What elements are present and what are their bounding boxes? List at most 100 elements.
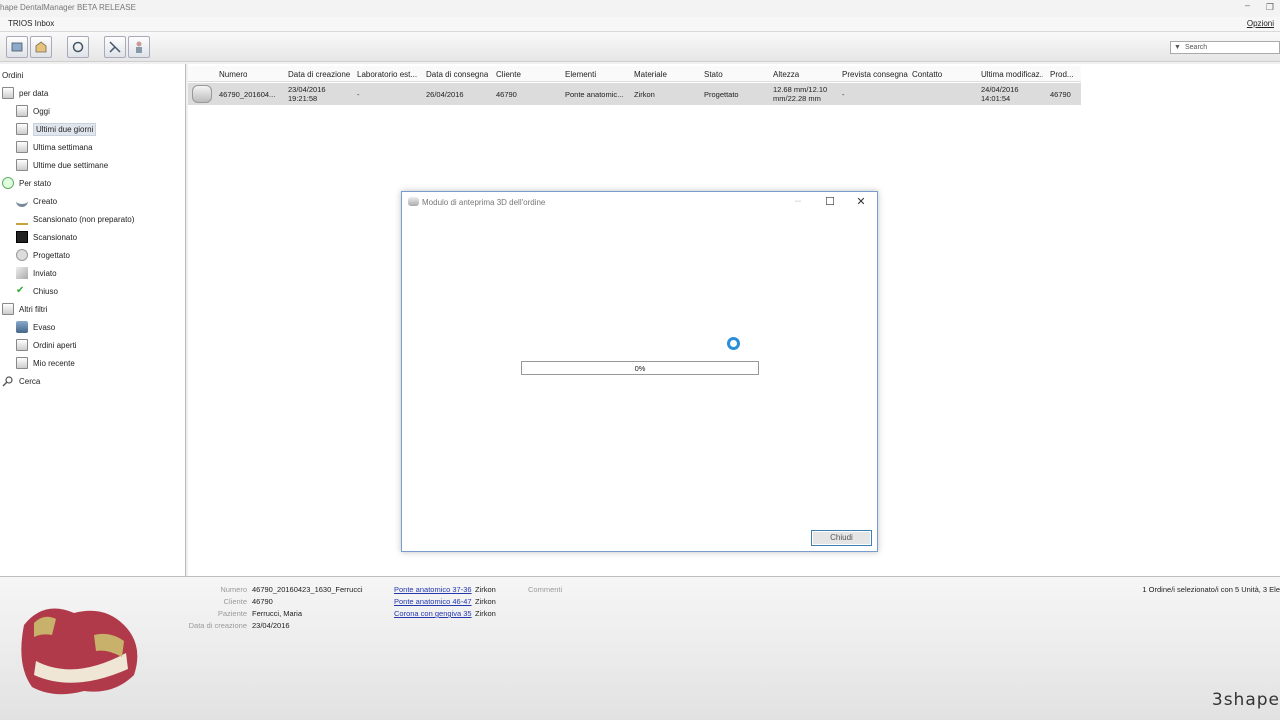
sidebar-item-oggi[interactable]: Oggi — [16, 103, 50, 119]
column-header[interactable]: Stato — [704, 70, 723, 79]
sidebar-item-per-data[interactable]: per data — [2, 85, 48, 101]
item-link[interactable]: Ponte anatomico 37-36 — [394, 585, 472, 594]
item-link[interactable]: Corona con gengiva 35 — [394, 609, 472, 618]
minimize-icon[interactable]: – — [790, 195, 806, 207]
calendar-icon — [16, 105, 28, 117]
column-header[interactable]: Altezza — [773, 70, 799, 79]
value-numero: 46790_20160423_1630_Ferrucci — [252, 585, 363, 594]
window-title: hape DentalManager BETA RELEASE — [0, 3, 136, 12]
cell-cliente: 46790 — [496, 90, 517, 99]
sidebar-root-ordini[interactable]: Ordini — [2, 67, 23, 83]
progress-bar: 0% — [521, 361, 759, 375]
sidebar-item-ordini-aperti[interactable]: Ordini aperti — [16, 337, 77, 353]
column-header[interactable]: Laboratorio est... — [357, 70, 419, 79]
cell-numero: 46790_201604... — [219, 90, 276, 99]
label-data-creazione: Data di creazione — [188, 621, 247, 630]
column-header[interactable]: Prevista consegna — [842, 70, 908, 79]
designed-icon — [16, 249, 28, 261]
sidebar-item-mio-recente[interactable]: Mio recente — [16, 355, 75, 371]
sidebar-item-creato[interactable]: Creato — [16, 193, 57, 209]
sidebar-item-cerca[interactable]: Cerca — [2, 373, 40, 389]
new-order-icon — [11, 42, 23, 52]
cell-stato: Progettato — [704, 90, 739, 99]
status-icon — [2, 177, 14, 189]
item-material: Zirkon — [475, 597, 496, 606]
cell-data-creazione: 23/04/2016 19:21:58 — [288, 85, 326, 103]
search-box[interactable]: ▼ Search — [1170, 41, 1280, 54]
minimize-icon[interactable]: – — [1245, 0, 1250, 10]
sidebar-item-altri-filtri[interactable]: Altri filtri — [2, 301, 47, 317]
refresh-icon — [72, 41, 84, 53]
sidebar-item-chiuso[interactable]: ✔ Chiuso — [16, 283, 58, 299]
sidebar-item-inviato[interactable]: Inviato — [16, 265, 57, 281]
sent-icon — [16, 267, 28, 279]
column-header[interactable]: Prod... — [1050, 70, 1080, 79]
filter-icon — [2, 303, 14, 315]
toolbar: ▼ Search — [0, 32, 1280, 62]
loading-spinner-icon — [727, 337, 740, 350]
label-cliente: Cliente — [223, 597, 247, 606]
maximize-icon[interactable]: ☐ — [822, 195, 838, 208]
cell-materiale: Zirkon — [634, 90, 655, 99]
user-icon — [136, 41, 142, 53]
sidebar-item-scansionato-non-preparato[interactable]: Scansionato (non preparato) — [16, 211, 134, 227]
order-thumbnail-icon — [192, 85, 212, 103]
sidebar-item-per-stato[interactable]: Per stato — [2, 175, 51, 191]
column-header[interactable]: Contatto — [912, 70, 942, 79]
progress-text: 0% — [634, 364, 646, 373]
label-numero: Numero — [220, 585, 247, 594]
item-material: Zirkon — [475, 609, 496, 618]
cell-data-consegna: 26/04/2016 — [426, 90, 464, 99]
cell-laboratorio: - — [357, 90, 360, 99]
sidebar-item-evaso[interactable]: Evaso — [16, 319, 55, 335]
refresh-button[interactable] — [67, 36, 89, 58]
menubar: TRIOS Inbox Opzioni — [0, 17, 1280, 32]
selection-status: 1 Ordine/i selezionato/i con 5 Unità, 3 … — [1142, 585, 1280, 594]
closed-icon: ✔ — [16, 285, 25, 296]
dialog-titlebar: Modulo di anteprima 3D dell'ordine – ☐ ✕ — [402, 192, 877, 212]
sidebar: Ordini per data Oggi Ultimi due giorni U… — [0, 64, 186, 576]
column-header[interactable]: Data di consegna — [426, 70, 488, 79]
open-orders-icon — [16, 339, 28, 351]
cell-altezza: 12.68 mm/12.10 mm/22.28 mm — [773, 85, 828, 103]
value-paziente: Ferrucci, Maria — [252, 609, 303, 618]
sidebar-item-ultimi-due-giorni[interactable]: Ultimi due giorni — [16, 121, 97, 137]
tab-trios-inbox[interactable]: TRIOS Inbox — [8, 19, 54, 28]
import-icon — [35, 41, 47, 53]
close-button[interactable]: Chiudi — [811, 530, 872, 546]
table-row[interactable]: 46790_201604... 23/04/2016 19:21:58 - 26/… — [188, 83, 1081, 105]
sidebar-item-ultima-settimana[interactable]: Ultima settimana — [16, 139, 93, 155]
options-menu[interactable]: Opzioni — [1247, 19, 1274, 28]
column-header[interactable]: Data di creazione — [288, 70, 350, 79]
recent-icon — [16, 357, 28, 369]
created-icon — [16, 195, 28, 207]
tools-button[interactable] — [104, 36, 126, 58]
column-header[interactable]: Cliente — [496, 70, 521, 79]
new-order-button[interactable] — [6, 36, 28, 58]
calendar-icon — [16, 141, 28, 153]
shipped-icon — [16, 321, 28, 333]
column-header[interactable]: Elementi — [565, 70, 596, 79]
item-link[interactable]: Ponte anatomico 46-47 — [394, 597, 472, 606]
window-titlebar: hape DentalManager BETA RELEASE – ❐ — [0, 0, 1280, 17]
brand-logo: 3shape — [1211, 690, 1280, 710]
column-header[interactable]: Materiale — [634, 70, 667, 79]
sidebar-item-ultime-due-settimane[interactable]: Ultime due settimane — [16, 157, 108, 173]
chevron-down-icon[interactable]: ▼ — [1174, 44, 1181, 51]
sidebar-item-scansionato[interactable]: Scansionato — [16, 229, 77, 245]
comments-label: Commenti — [528, 585, 563, 594]
search-input[interactable]: Search — [1185, 44, 1207, 51]
value-cliente: 46790 — [252, 597, 273, 606]
close-icon[interactable]: ✕ — [853, 195, 869, 208]
calendar-icon — [16, 123, 28, 135]
search-icon — [2, 375, 14, 387]
label-paziente: Paziente — [217, 609, 247, 618]
restore-icon[interactable]: ❐ — [1266, 2, 1274, 13]
user-button[interactable] — [128, 36, 150, 58]
cell-prod: 46790 — [1050, 90, 1071, 99]
import-button[interactable] — [30, 36, 52, 58]
sidebar-item-progettato[interactable]: Progettato — [16, 247, 70, 263]
preview-dialog: Modulo di anteprima 3D dell'ordine – ☐ ✕… — [401, 191, 878, 552]
column-header[interactable]: Ultima modificaz... — [981, 70, 1043, 79]
column-header[interactable]: Numero — [219, 70, 247, 79]
